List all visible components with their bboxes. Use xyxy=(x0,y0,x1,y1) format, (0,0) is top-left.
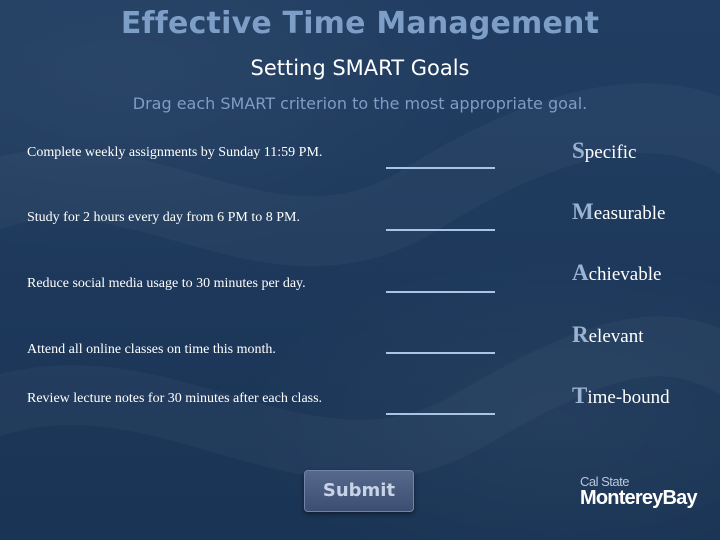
drop-target-5[interactable] xyxy=(386,413,495,415)
page-title: Effective Time Management xyxy=(120,6,600,41)
criterion-initial: T xyxy=(572,383,588,408)
criterion-initial: A xyxy=(572,260,589,285)
drop-target-3[interactable] xyxy=(386,291,495,293)
goal-3: Reduce social media usage to 30 minutes … xyxy=(27,276,306,291)
criterion-label: ime-bound xyxy=(587,387,670,408)
criterion-initial: M xyxy=(572,199,594,224)
goal-1: Complete weekly assignments by Sunday 11… xyxy=(27,145,323,160)
criterion-time-bound[interactable]: Time-bound xyxy=(572,383,670,409)
criterion-measurable[interactable]: Measurable xyxy=(572,199,665,225)
logo: Cal State MontereyBay xyxy=(580,474,700,514)
submit-button[interactable]: Submit xyxy=(304,470,414,512)
goal-2: Study for 2 hours every day from 6 PM to… xyxy=(27,210,300,225)
goal-5: Review lecture notes for 30 minutes afte… xyxy=(27,391,323,406)
criterion-label: chievable xyxy=(588,264,662,285)
criterion-initial: R xyxy=(572,322,589,347)
instruction-text: Drag each SMART criterion to the most ap… xyxy=(132,94,588,113)
criterion-achievable[interactable]: Achievable xyxy=(572,260,661,286)
criterion-relevant[interactable]: Relevant xyxy=(572,322,643,348)
drop-target-1[interactable] xyxy=(386,167,495,169)
criterion-label: elevant xyxy=(588,326,644,347)
drop-target-4[interactable] xyxy=(386,352,495,354)
goal-4: Attend all online classes on time this m… xyxy=(27,342,276,357)
criterion-label: easurable xyxy=(593,203,666,224)
logo-bottom-text: MontereyBay xyxy=(580,487,698,509)
criterion-specific[interactable]: Specific xyxy=(572,138,636,164)
drop-target-2[interactable] xyxy=(386,229,495,231)
criterion-initial: S xyxy=(572,138,585,163)
criterion-label: pecific xyxy=(584,142,637,163)
page-subtitle: Setting SMART Goals xyxy=(250,56,470,80)
